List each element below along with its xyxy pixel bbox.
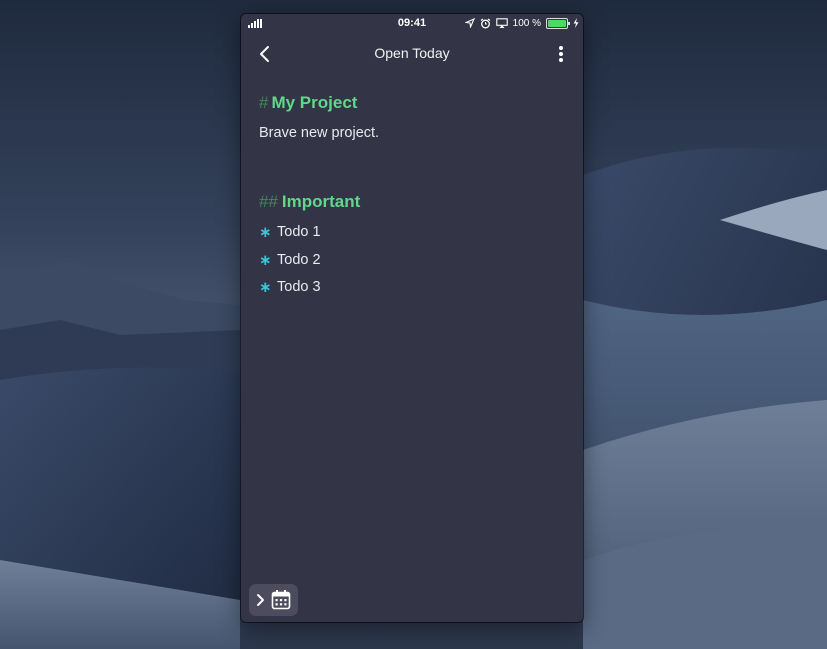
- battery-percent: 100 %: [512, 17, 541, 29]
- list-item[interactable]: ∗ Todo 3: [259, 274, 569, 302]
- calendar-icon: [271, 590, 291, 610]
- heading-1[interactable]: # My Project: [259, 86, 569, 120]
- bullet-asterisk-icon: ∗: [259, 224, 272, 241]
- todo-list: ∗ Todo 1 ∗ Todo 2 ∗ Todo 3: [259, 219, 569, 302]
- location-arrow-icon: [464, 18, 475, 28]
- bullet-asterisk-icon: ∗: [259, 251, 272, 269]
- battery-fill: [548, 19, 566, 27]
- alarm-clock-icon: [480, 18, 491, 28]
- navigation-bar: Open Today: [241, 32, 583, 76]
- list-item[interactable]: ∗ Todo 1: [259, 219, 569, 247]
- airplay-icon: [495, 18, 508, 28]
- heading-2[interactable]: ## Important: [259, 185, 569, 219]
- list-item-text: Todo 2: [277, 251, 321, 268]
- more-options-button[interactable]: [549, 42, 573, 66]
- status-bar: 09:41 100 %: [241, 14, 583, 32]
- heading-1-marker: #: [259, 93, 269, 112]
- bullet-asterisk-icon: ∗: [259, 279, 272, 296]
- heading-2-text: Important: [281, 192, 361, 211]
- battery-icon: [546, 17, 570, 29]
- charging-bolt-icon: [573, 18, 579, 28]
- nav-title: Open Today: [374, 45, 450, 61]
- heading-1-text: My Project: [271, 93, 358, 112]
- heading-2-marker: ##: [259, 192, 278, 211]
- document-editor[interactable]: # My Project Brave new project. ## Importa…: [259, 86, 569, 302]
- chevron-right-icon: [257, 594, 264, 606]
- list-item-text: Todo 1: [277, 224, 321, 240]
- list-item-text: Todo 3: [277, 279, 321, 295]
- list-item[interactable]: ∗ Todo 2: [259, 247, 569, 275]
- phone-app-window: 09:41 100 % Open Today # My Project Brav…: [241, 14, 583, 622]
- paragraph[interactable]: Brave new project.: [259, 120, 569, 146]
- vertical-ellipsis-icon: [559, 46, 563, 62]
- open-calendar-button[interactable]: [249, 584, 298, 616]
- status-icons: 100 %: [464, 16, 579, 30]
